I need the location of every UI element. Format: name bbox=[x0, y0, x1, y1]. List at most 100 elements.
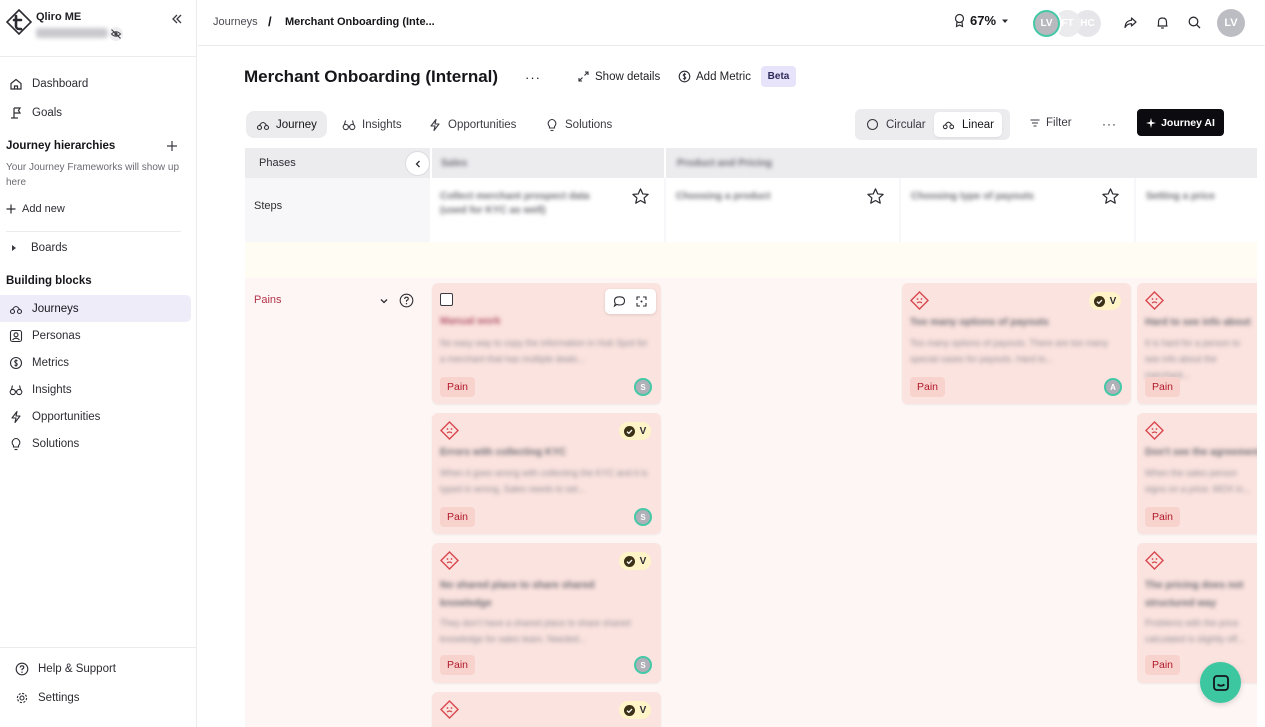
sidebar-item-insights[interactable]: Insights bbox=[0, 376, 191, 403]
sidebar-item-boards[interactable]: Boards bbox=[0, 234, 191, 261]
bolt-icon bbox=[430, 118, 440, 131]
step-name: Choosing a product bbox=[676, 191, 771, 202]
pain-card[interactable]: Hard to see info about It is hard for a … bbox=[1137, 283, 1257, 404]
topbar: Journeys / Merchant Onboarding (Inte... … bbox=[198, 0, 1265, 46]
breadcrumb-journeys[interactable]: Journeys bbox=[213, 16, 258, 28]
add-metric-button[interactable]: Add Metric bbox=[678, 70, 751, 83]
step-name: Collect merchant prospect data (used for… bbox=[440, 191, 590, 216]
tab-insights[interactable]: Insights bbox=[332, 111, 412, 138]
show-details-label: Show details bbox=[595, 70, 661, 83]
metric-icon bbox=[9, 356, 23, 369]
bell-icon[interactable] bbox=[1155, 15, 1170, 30]
collapse-phases-button[interactable] bbox=[405, 151, 430, 176]
phase-name[interactable]: Product and Pricing bbox=[677, 158, 772, 169]
phase-divider bbox=[664, 148, 666, 178]
select-checkbox[interactable] bbox=[440, 293, 453, 306]
tab-label: Journey bbox=[276, 118, 317, 131]
pain-tag: Pain bbox=[1145, 655, 1181, 675]
bulb-icon bbox=[11, 437, 21, 450]
search-icon[interactable] bbox=[1187, 15, 1202, 30]
workspace-switcher[interactable]: Qliro ME bbox=[6, 8, 191, 46]
sidebar-item-opportunities[interactable]: Opportunities bbox=[0, 403, 191, 430]
tab-opportunities[interactable]: Opportunities bbox=[418, 111, 526, 138]
star-icon[interactable] bbox=[866, 187, 885, 206]
expand-icon[interactable] bbox=[635, 295, 648, 308]
step-cell[interactable]: Choosing type of payouts bbox=[901, 178, 1134, 242]
title-more-button[interactable]: ··· bbox=[525, 70, 541, 85]
owner-avatar[interactable]: S bbox=[634, 508, 652, 526]
pain-card[interactable]: V Errors with collecting KYC When it goe… bbox=[432, 413, 661, 534]
filter-label: Filter bbox=[1046, 117, 1072, 129]
insights-icon bbox=[342, 119, 356, 130]
help-support-link[interactable]: Help & Support bbox=[0, 655, 191, 682]
owner-avatar[interactable]: S bbox=[634, 378, 652, 396]
chevron-down-icon[interactable] bbox=[379, 296, 389, 306]
sidebar-item-goals[interactable]: Goals bbox=[0, 99, 191, 126]
view-circular-label: Circular bbox=[886, 118, 926, 131]
filter-button[interactable]: Filter bbox=[1029, 117, 1072, 129]
caret-down-icon bbox=[1002, 19, 1009, 23]
sidebar-item-metrics[interactable]: Metrics bbox=[0, 349, 191, 376]
view-linear-button[interactable]: Linear bbox=[934, 112, 1002, 137]
owner-avatar[interactable]: A bbox=[1104, 378, 1122, 396]
step-cell[interactable]: Setting a price bbox=[1136, 178, 1257, 242]
journey-hierarchies-description: Your Journey Frameworks will show up her… bbox=[6, 162, 180, 188]
settings-link[interactable]: Settings bbox=[0, 684, 191, 711]
journey-icon bbox=[9, 305, 23, 314]
share-icon[interactable] bbox=[1123, 15, 1138, 30]
step-name: Setting a price bbox=[1146, 191, 1215, 202]
collapse-sidebar-icon[interactable] bbox=[170, 12, 184, 26]
pain-tag: Pain bbox=[1145, 507, 1181, 527]
pain-tag: Pain bbox=[1145, 377, 1181, 397]
steps-label: Steps bbox=[254, 200, 283, 212]
filter-icon bbox=[1030, 119, 1040, 127]
pain-card[interactable]: V No shared place to share shared knowle… bbox=[432, 543, 661, 683]
step-cell[interactable]: Choosing a product bbox=[666, 178, 899, 242]
tab-label: Opportunities bbox=[448, 118, 517, 131]
owner-avatar[interactable]: S bbox=[634, 656, 652, 674]
comment-icon[interactable] bbox=[613, 295, 626, 308]
pain-card[interactable]: V Too many options of payouts Too many o… bbox=[902, 283, 1131, 404]
star-icon[interactable] bbox=[1101, 187, 1120, 206]
journey-icon bbox=[942, 121, 955, 130]
sidebar-item-journeys[interactable]: Journeys bbox=[0, 295, 191, 322]
card-title: No shared place to share shared knowledg… bbox=[440, 580, 595, 609]
plus-icon[interactable] bbox=[166, 140, 178, 152]
view-circular-button[interactable]: Circular bbox=[858, 112, 934, 137]
journey-ai-button[interactable]: Journey AI bbox=[1137, 109, 1224, 136]
empty-lane-row bbox=[245, 242, 1257, 278]
pain-card[interactable]: The pricing does not structured way Prob… bbox=[1137, 543, 1257, 683]
chevron-left-icon bbox=[415, 160, 420, 167]
goals-icon bbox=[11, 106, 22, 119]
sidebar-item-dashboard[interactable]: Dashboard bbox=[0, 70, 191, 97]
chat-support-button[interactable] bbox=[1200, 662, 1241, 703]
pain-card[interactable]: Manual work No easy way to copy the info… bbox=[432, 283, 661, 404]
journey-score-dropdown[interactable]: 67% bbox=[953, 13, 1009, 28]
tab-solutions[interactable]: Solutions bbox=[535, 111, 622, 138]
user-avatar[interactable]: LV bbox=[1217, 9, 1245, 37]
sidebar-item-personas[interactable]: Personas bbox=[0, 322, 191, 349]
phase-name[interactable]: Sales bbox=[441, 158, 467, 169]
collaborator-avatar[interactable]: LV bbox=[1033, 10, 1060, 37]
add-new-button[interactable]: Add new bbox=[6, 203, 65, 215]
breadcrumb-current: Merchant Onboarding (Inte... bbox=[285, 16, 435, 28]
journey-score: 67% bbox=[970, 13, 997, 28]
eye-icon[interactable] bbox=[109, 27, 123, 41]
pain-card[interactable]: V bbox=[432, 692, 661, 727]
show-details-button[interactable]: Show details bbox=[577, 70, 660, 83]
add-new-label: Add new bbox=[22, 203, 65, 215]
pain-card[interactable]: Don't see the agreement When the sales p… bbox=[1137, 413, 1257, 534]
step-cell[interactable]: Collect merchant prospect data (used for… bbox=[430, 178, 664, 242]
sad-face-icon bbox=[1145, 291, 1164, 310]
card-description: Problems with the price calculated is sl… bbox=[1145, 618, 1245, 644]
help-icon bbox=[15, 662, 29, 675]
more-options-button[interactable]: ··· bbox=[1102, 117, 1117, 131]
tab-journey[interactable]: Journey bbox=[246, 111, 327, 138]
pains-column: Manual work No easy way to copy the info… bbox=[432, 278, 663, 727]
sidebar-item-solutions[interactable]: Solutions bbox=[0, 430, 191, 457]
tab-label: Insights bbox=[362, 118, 402, 131]
vote-badge: V bbox=[619, 552, 651, 570]
help-icon[interactable] bbox=[399, 293, 414, 308]
star-icon[interactable] bbox=[631, 187, 650, 206]
sad-face-icon bbox=[440, 551, 459, 570]
